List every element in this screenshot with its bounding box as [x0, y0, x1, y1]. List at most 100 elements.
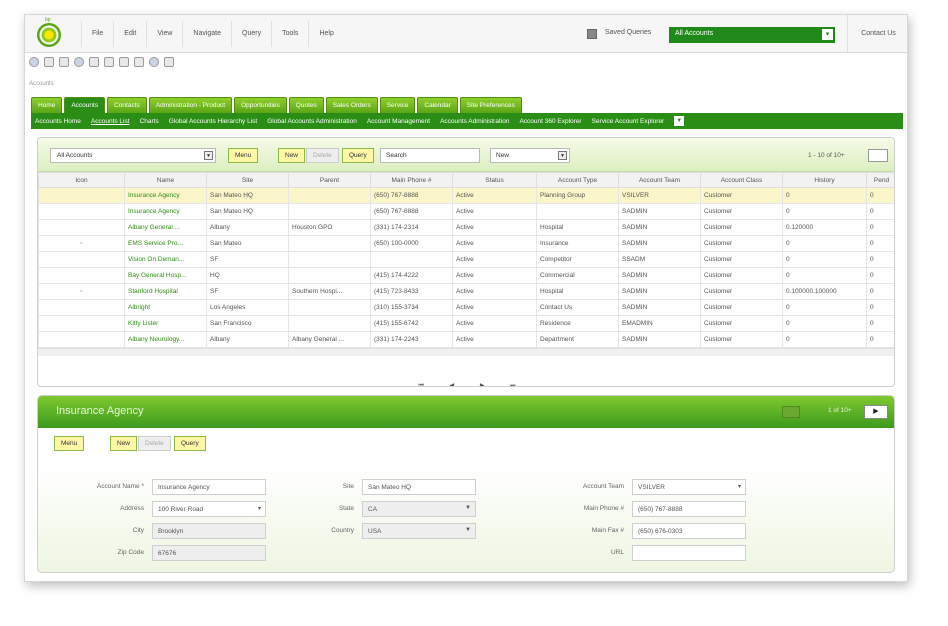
- subtab-account-360[interactable]: Account 360 Explorer: [519, 118, 581, 125]
- menu-view[interactable]: View: [146, 21, 182, 47]
- subtab-service-account-explorer[interactable]: Service Account Explorer: [592, 118, 665, 125]
- table-row[interactable]: ◦ EMS Service Pro... San Mateo (650) 100-00…: [38, 235, 894, 252]
- subtab-accounts-home[interactable]: Accounts Home: [35, 118, 81, 125]
- list-search-input[interactable]: Search: [380, 148, 480, 163]
- chevron-down-icon[interactable]: ▼: [204, 151, 213, 160]
- tab-accounts[interactable]: Accounts: [64, 97, 106, 113]
- chevron-down-icon[interactable]: ▼: [558, 151, 567, 160]
- chevron-down-icon[interactable]: ▼: [465, 527, 471, 533]
- table-cell[interactable]: Albright: [124, 299, 207, 316]
- column-header[interactable]: Account Team: [618, 172, 701, 188]
- form-delete-button[interactable]: Delete: [138, 436, 171, 451]
- column-header[interactable]: Pend: [866, 172, 894, 188]
- account-team-field[interactable]: VSILVER ▾: [632, 479, 746, 495]
- tab-service[interactable]: Service: [379, 97, 416, 113]
- new-document-icon[interactable]: [59, 57, 69, 67]
- subtab-global-accounts-admin[interactable]: Global Accounts Administration: [267, 118, 357, 125]
- table-cell[interactable]: Vision On Deman...: [124, 251, 207, 268]
- report-icon[interactable]: [164, 57, 174, 67]
- address-field[interactable]: 100 River Road ▾: [152, 501, 266, 517]
- column-header[interactable]: Name: [124, 172, 207, 188]
- table-row[interactable]: Insurance Agency San Mateo HQ (650) 767-88…: [38, 187, 894, 204]
- menu-navigate[interactable]: Navigate: [182, 21, 231, 47]
- list-delete-button[interactable]: Delete: [306, 148, 339, 163]
- edit-document-icon[interactable]: [44, 57, 54, 67]
- column-header[interactable]: Status: [452, 172, 537, 188]
- main-phone-field[interactable]: (650) 767-8888: [632, 501, 746, 517]
- last-page-icon[interactable]: ⏭: [510, 383, 515, 386]
- list-new-select[interactable]: New ▼: [490, 148, 570, 163]
- table-row[interactable]: Albany Neurology... Albany Albany General …: [38, 331, 894, 348]
- table-cell[interactable]: Albany Neurology...: [124, 331, 207, 348]
- next-record-button[interactable]: ▶: [864, 405, 888, 419]
- column-header[interactable]: Parent: [288, 172, 371, 188]
- subtab-charts[interactable]: Charts: [140, 118, 159, 125]
- chevron-down-icon[interactable]: ▾: [822, 29, 833, 40]
- table-row[interactable]: ◦ Stanford Hospital SF Southern Hospi... (41…: [38, 283, 894, 300]
- account-team-picker-icon[interactable]: ▾: [738, 483, 741, 490]
- saved-queries-icon[interactable]: [587, 29, 597, 39]
- table-row[interactable]: Insurance Agency San Mateo HQ (650) 767-88…: [38, 203, 894, 220]
- table-cell[interactable]: Albany General ...: [124, 219, 207, 236]
- tab-sales-orders[interactable]: Sales Orders: [325, 97, 378, 113]
- menu-query[interactable]: Query: [231, 21, 271, 47]
- column-header[interactable]: Account Type: [536, 172, 619, 188]
- table-row[interactable]: Kitty Lister San Francisco (415) 155-6742 A…: [38, 315, 894, 332]
- table-row[interactable]: Albright Los Angeles (310) 155-3734 Active C…: [38, 299, 894, 316]
- form-query-button[interactable]: Query: [174, 436, 206, 451]
- state-select[interactable]: CA ▼: [362, 501, 476, 517]
- window-icon[interactable]: [89, 57, 99, 67]
- list-query-button[interactable]: Query: [342, 148, 374, 163]
- menu-help[interactable]: Help: [308, 21, 343, 47]
- list-menu-button[interactable]: Menu: [228, 148, 259, 163]
- table-cell[interactable]: Insurance Agency: [124, 187, 207, 204]
- table-row[interactable]: Vision On Deman... SF Active Competitor SSAD…: [38, 251, 894, 268]
- subtab-accounts-administration[interactable]: Accounts Administration: [440, 118, 509, 125]
- previous-record-button[interactable]: [782, 406, 800, 418]
- url-field[interactable]: [632, 545, 746, 561]
- contact-us-link[interactable]: Contact Us: [847, 15, 907, 53]
- menu-file[interactable]: File: [81, 21, 113, 47]
- subtab-global-accounts-hierarchy[interactable]: Global Accounts Hierarchy List: [169, 118, 258, 125]
- tab-opportunities[interactable]: Opportunities: [234, 97, 287, 113]
- tab-home[interactable]: Home: [31, 97, 63, 113]
- chevron-down-icon[interactable]: ▼: [674, 116, 685, 126]
- address-picker-icon[interactable]: ▾: [258, 505, 261, 512]
- subtab-accounts-list[interactable]: Accounts List: [91, 118, 130, 125]
- table-cell[interactable]: Bay General Hosp...: [124, 267, 207, 284]
- saved-queries-select[interactable]: All Accounts ▾: [669, 27, 835, 43]
- list-filter-select[interactable]: All Accounts ▼: [50, 148, 216, 163]
- table-row[interactable]: Albany General ... Albany Houston GPO (331)…: [38, 219, 894, 236]
- main-fax-field[interactable]: (650) 676-0303: [632, 523, 746, 539]
- table-cell[interactable]: Insurance Agency: [124, 203, 207, 220]
- globe-icon[interactable]: [74, 57, 84, 67]
- next-page-icon[interactable]: ▶: [480, 383, 485, 386]
- horizontal-scrollbar[interactable]: [38, 348, 894, 356]
- form-new-button[interactable]: New: [110, 436, 138, 451]
- mobile-icon[interactable]: [104, 57, 114, 67]
- column-header[interactable]: Account Class: [700, 172, 783, 188]
- first-page-icon[interactable]: ⏮: [418, 383, 423, 386]
- account-name-field[interactable]: Insurance Agency: [152, 479, 266, 495]
- prev-page-icon[interactable]: ◀: [450, 383, 455, 386]
- table-cell[interactable]: Stanford Hospital: [124, 283, 207, 300]
- chevron-down-icon[interactable]: ▼: [465, 505, 471, 511]
- print-icon[interactable]: [134, 57, 144, 67]
- tab-contacts[interactable]: Contacts: [107, 97, 147, 113]
- calculator-icon[interactable]: [119, 57, 129, 67]
- subtab-account-management[interactable]: Account Management: [367, 118, 430, 125]
- column-header[interactable]: Site: [206, 172, 289, 188]
- form-menu-button[interactable]: Menu: [54, 436, 85, 451]
- menu-tools[interactable]: Tools: [271, 21, 308, 47]
- country-select[interactable]: USA ▼: [362, 523, 476, 539]
- table-cell[interactable]: Kitty Lister: [124, 315, 207, 332]
- table-cell[interactable]: EMS Service Pro...: [124, 235, 207, 252]
- column-header[interactable]: History: [782, 172, 867, 188]
- zip-code-field[interactable]: 67676: [152, 545, 266, 561]
- back-icon[interactable]: [29, 57, 39, 67]
- tab-calendar[interactable]: Calendar: [417, 97, 458, 113]
- tab-site-preferences[interactable]: Site Preferences: [459, 97, 522, 113]
- column-header[interactable]: Main Phone #: [370, 172, 453, 188]
- column-header[interactable]: Icon: [38, 172, 125, 188]
- tab-administration-product[interactable]: Administration - Product: [148, 97, 233, 113]
